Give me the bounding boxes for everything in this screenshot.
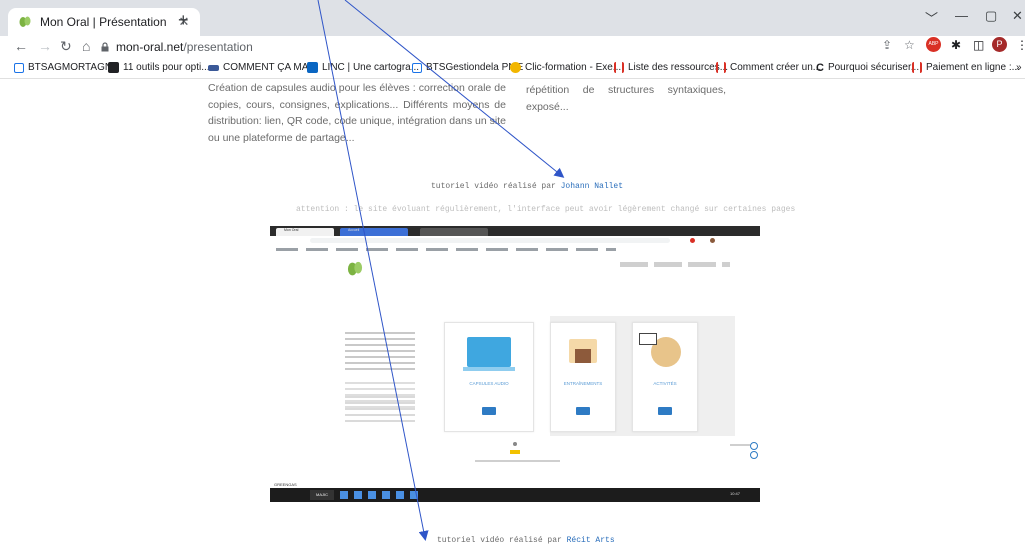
adblock-extension-icon[interactable]: ABP: [926, 37, 941, 52]
back-arrow-icon[interactable]: ←: [14, 38, 28, 54]
close-window-button[interactable]: ✕: [1012, 8, 1023, 24]
tutorial-video-frame[interactable]: Mon Oral Accueil CAPSULES AUDIO ENTRAÎNE: [270, 226, 760, 502]
embedded-tab-strip: Mon Oral Accueil: [270, 226, 760, 236]
card-button: [576, 407, 590, 415]
address-bar[interactable]: mon-oral.net/presentation: [100, 37, 860, 56]
bookmark-icon: [510, 62, 521, 73]
bookmark-item[interactable]: BTSGestiondela PME: [412, 62, 523, 73]
embedded-page: CAPSULES AUDIO ENTRAÎNEMENTS ACTIVITÉS: [270, 254, 760, 488]
new-tab-button[interactable]: +: [178, 10, 189, 31]
lock-icon: [101, 41, 109, 51]
embedded-tab: Accueil: [340, 228, 408, 236]
bookmark-star-icon[interactable]: ☆: [904, 38, 915, 52]
bookmark-c-icon: C: [816, 62, 824, 74]
embedded-intro-text: [345, 332, 415, 372]
embedded-intro-text: [345, 396, 415, 422]
activities-description: répétition de structures syntaxiques, ex…: [526, 84, 726, 113]
extensions-puzzle-icon[interactable]: ✱: [951, 38, 961, 52]
side-panel-icon[interactable]: ◫: [973, 38, 984, 52]
clipped-text: ........................................…: [526, 72, 726, 77]
tutorial-author-link-2[interactable]: Récit Arts: [567, 536, 615, 545]
card-button: [482, 407, 496, 415]
minimize-button[interactable]: —: [955, 8, 968, 23]
bookmark-item[interactable]: BTSAGMORTAGNE: [14, 62, 119, 73]
tutorial-credit-1: tutoriel vidéo réalisé par Johann Nallet: [431, 182, 624, 191]
card-title: CAPSULES AUDIO: [469, 381, 509, 386]
maximize-button[interactable]: ▢: [985, 8, 997, 24]
card-entrainements: ENTRAÎNEMENTS: [550, 322, 616, 432]
calendar-icon: [14, 62, 24, 73]
bookmark-item[interactable]: COMMENT ÇA MA...: [208, 62, 317, 73]
embedded-logo-icon: [347, 261, 363, 276]
url-host: mon-oral.net: [116, 39, 184, 54]
bookmark-icon: [108, 62, 119, 73]
tutorial-credit-2: tutoriel vidéo réalisé par Récit Arts: [437, 536, 615, 545]
browser-tab[interactable]: Mon Oral | Présentation ✕: [8, 8, 200, 36]
capsules-description: Création de capsules audio pour les élèv…: [208, 82, 506, 144]
bookmark-icon: [208, 64, 219, 71]
card-activites: ACTIVITÉS: [632, 322, 698, 432]
bookmark-item[interactable]: Paiement en ligne :...: [912, 62, 1020, 73]
tab-search-icon[interactable]: ﹀: [925, 8, 938, 27]
card-capsules-audio: CAPSULES AUDIO: [444, 322, 534, 432]
reload-icon[interactable]: ↻: [60, 38, 72, 55]
profile-avatar[interactable]: P: [992, 37, 1007, 52]
card-button: [658, 407, 672, 415]
bookmark-item[interactable]: Comment créer un...: [716, 62, 821, 73]
bookmark-item[interactable]: 11 outils pour opti...: [108, 62, 210, 73]
linkedin-icon: [307, 62, 318, 73]
embedded-tab: Mon Oral: [276, 228, 334, 236]
bookmark-item[interactable]: C Pourquoi sécuriser...: [816, 62, 919, 74]
card-title: ENTRAÎNEMENTS: [563, 381, 603, 386]
bookmarks-bar: BTSAGMORTAGNE 11 outils pour opti... COM…: [0, 58, 1025, 79]
bracket-icon: [912, 62, 922, 73]
forward-arrow-icon[interactable]: →: [38, 38, 52, 54]
home-icon[interactable]: ⌂: [82, 38, 90, 54]
tab-title: Mon Oral | Présentation: [40, 15, 167, 29]
mon-oral-favicon-icon: [19, 16, 31, 27]
calendar-icon: [412, 62, 422, 73]
embedded-tab: [420, 228, 488, 236]
bookmark-item[interactable]: LINC | Une cartogra...: [307, 62, 419, 73]
url-path: /presentation: [183, 39, 253, 54]
interface-warning: attention : le site évoluant régulièreme…: [296, 205, 796, 214]
menu-kebab-icon[interactable]: ⋮: [1016, 38, 1025, 52]
share-icon[interactable]: ⇪: [882, 38, 892, 52]
bookmarks-overflow-button[interactable]: »: [1016, 62, 1022, 73]
card-title: ACTIVITÉS: [653, 381, 677, 386]
embedded-taskbar: GREENGAS MAJIC 10:47: [270, 482, 760, 502]
tutorial-author-link-1[interactable]: Johann Nallet: [561, 182, 623, 191]
tab-strip: Mon Oral | Présentation ✕ + ﹀ — ▢ ✕: [0, 0, 1025, 36]
